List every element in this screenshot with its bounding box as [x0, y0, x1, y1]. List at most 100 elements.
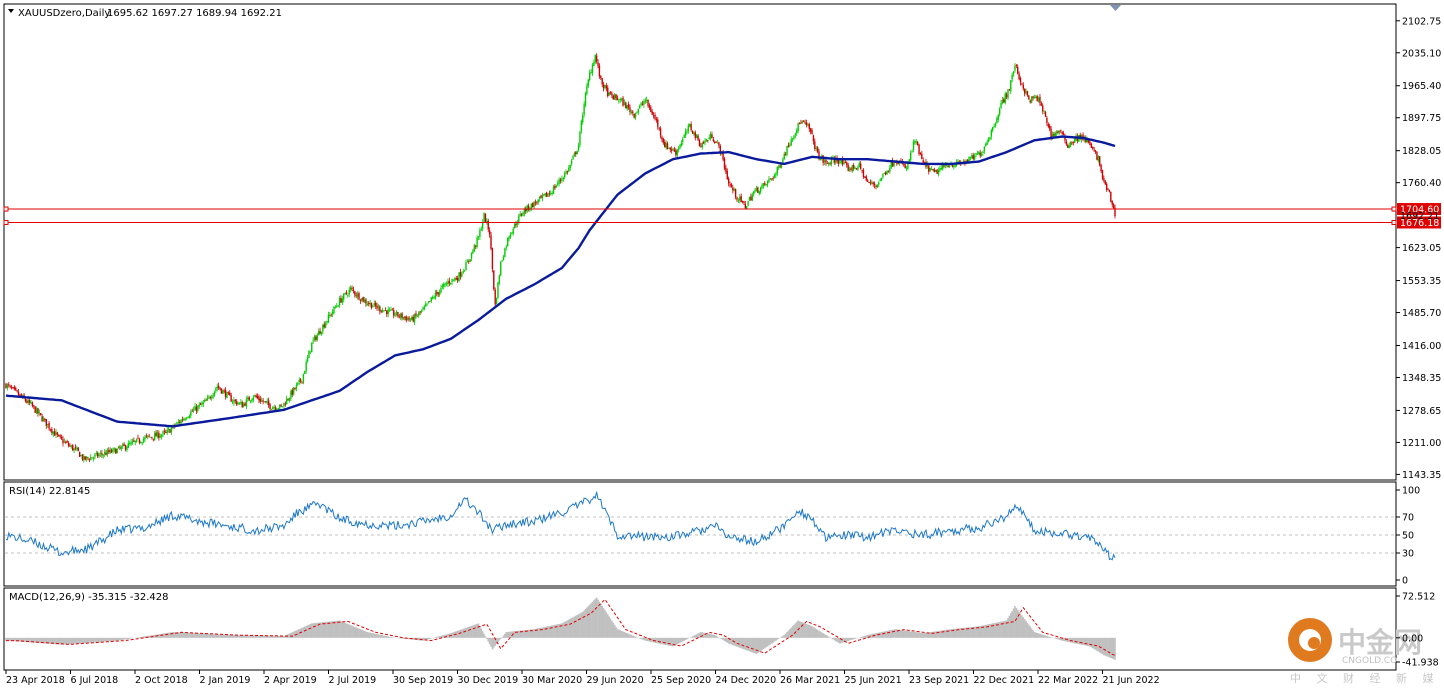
- candle-body: [764, 183, 766, 185]
- price-tick-label: 1278.65: [1402, 406, 1441, 417]
- candle-body: [345, 292, 348, 295]
- candle-body: [576, 150, 578, 154]
- candle-body: [550, 193, 552, 195]
- candle-body: [548, 193, 551, 195]
- candle-body: [828, 163, 830, 165]
- candle-body: [519, 213, 521, 217]
- candle-body: [682, 138, 684, 142]
- candle-body: [65, 442, 67, 444]
- candle-body: [882, 173, 884, 177]
- candle-body: [990, 130, 993, 137]
- level-handle-left[interactable]: [3, 219, 9, 225]
- candle-body: [516, 223, 519, 225]
- candle-body: [811, 130, 813, 135]
- candle-body: [744, 203, 747, 209]
- candle-body: [1093, 149, 1095, 151]
- candle-body: [1004, 93, 1006, 103]
- candle-body: [337, 305, 339, 307]
- candle-body: [928, 165, 930, 172]
- macd-tick-label: 0.00: [1402, 633, 1423, 644]
- candle-body: [15, 387, 17, 390]
- candle-body: [450, 282, 452, 285]
- candle-body: [854, 168, 856, 170]
- candle-body: [784, 154, 787, 156]
- time-tick-label: 30 Mar 2020: [522, 675, 582, 686]
- candle-body: [254, 395, 256, 397]
- candle-body: [490, 235, 492, 249]
- candle-body: [604, 85, 606, 88]
- candle-body: [113, 448, 116, 450]
- candle-body: [340, 298, 342, 303]
- candle-body: [1062, 133, 1065, 135]
- candle-body: [1014, 66, 1016, 71]
- candle-body: [697, 135, 699, 141]
- candle-body: [1007, 89, 1009, 99]
- candle-body: [73, 448, 75, 451]
- candle-body: [252, 397, 255, 400]
- candle-body: [376, 305, 378, 309]
- candle-body: [664, 141, 666, 148]
- candle-body: [63, 441, 66, 443]
- candle-body: [580, 121, 583, 131]
- candle-body: [441, 285, 444, 288]
- candle-body: [354, 291, 356, 295]
- candle-body: [66, 441, 68, 443]
- candle-body: [476, 237, 478, 247]
- candle-body: [426, 303, 428, 305]
- candle-body: [557, 183, 559, 185]
- candle-body: [904, 164, 906, 168]
- level-handle-left[interactable]: [3, 206, 9, 212]
- candle-body: [982, 151, 984, 154]
- candle-body: [151, 437, 153, 439]
- candle-body: [500, 261, 502, 276]
- candle-body: [180, 419, 182, 424]
- candle-body: [220, 388, 223, 394]
- candle-body: [511, 232, 513, 234]
- candle-body: [875, 186, 877, 187]
- candle-body: [943, 165, 945, 167]
- candle-body: [640, 103, 642, 106]
- rsi-tick-label: 30: [1402, 549, 1414, 560]
- candle-body: [393, 310, 395, 316]
- candle-body: [998, 108, 1001, 115]
- level-handle-right[interactable]: [1391, 206, 1397, 212]
- candle-body: [466, 261, 469, 263]
- candle-body: [873, 183, 876, 186]
- candle-body: [52, 431, 54, 434]
- candle-body: [643, 101, 645, 105]
- candle-body: [433, 297, 435, 299]
- candle-body: [38, 412, 41, 414]
- candle-body: [865, 176, 867, 181]
- candle-body: [796, 130, 798, 134]
- candle-body: [484, 213, 487, 223]
- candle-body: [309, 351, 312, 353]
- candle-body: [245, 399, 248, 407]
- candle-body: [8, 384, 10, 386]
- candle-body: [665, 143, 667, 149]
- level-handle-right[interactable]: [1391, 219, 1397, 225]
- candle-body: [1029, 100, 1031, 103]
- candle-body: [583, 104, 585, 115]
- candle-body: [883, 172, 886, 174]
- candle-body: [502, 256, 505, 261]
- candle-body: [24, 398, 27, 402]
- candle-body: [204, 400, 206, 402]
- candle-body: [91, 457, 93, 459]
- candle-body: [987, 139, 990, 142]
- candle-body: [644, 100, 646, 103]
- candle-body: [748, 197, 751, 201]
- candle-body: [634, 113, 637, 118]
- candle-body: [1054, 132, 1056, 137]
- candle-body: [448, 280, 451, 284]
- candle-body: [822, 155, 824, 163]
- candle-body: [83, 456, 85, 460]
- candle-body: [183, 418, 185, 421]
- candle-body: [336, 305, 338, 307]
- candle-body: [1048, 125, 1051, 130]
- candle-body: [1000, 103, 1002, 108]
- candle-body: [341, 298, 344, 303]
- candle-body: [1043, 111, 1045, 113]
- candle-body: [508, 236, 510, 239]
- candle-body: [944, 165, 947, 166]
- candle-body: [387, 309, 389, 315]
